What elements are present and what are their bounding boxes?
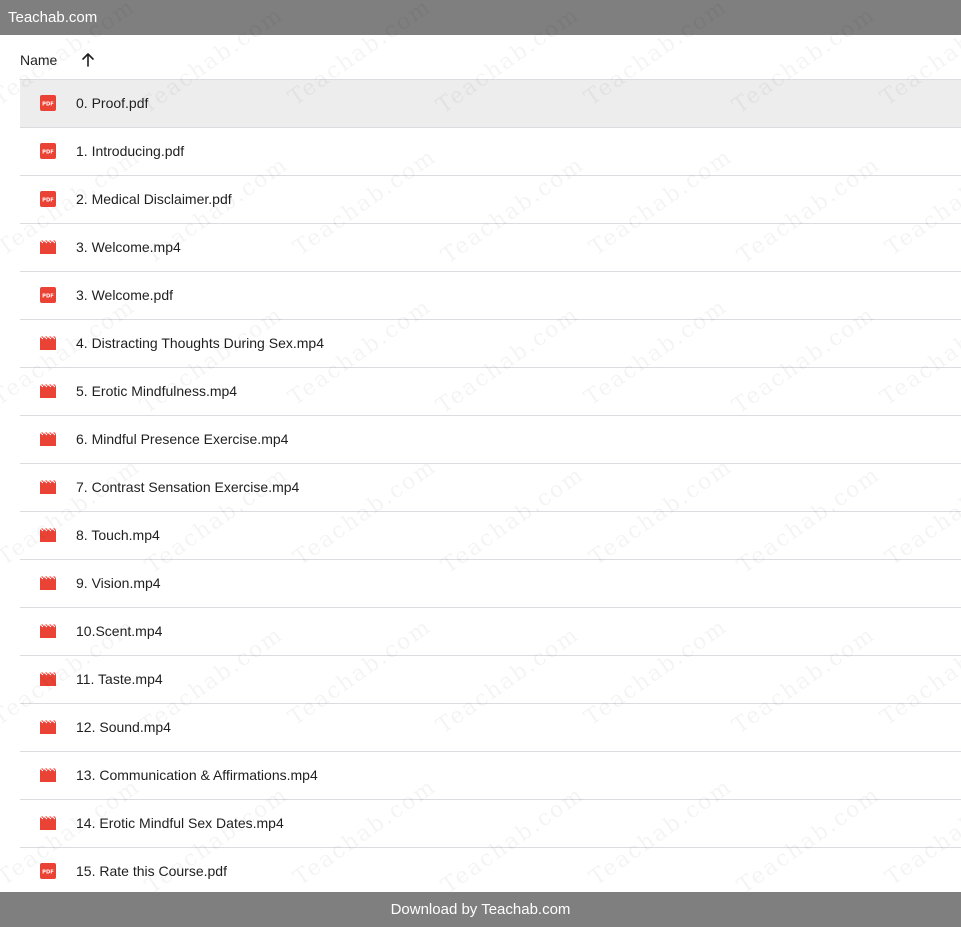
file-row[interactable]: 8. Touch.mp4 (20, 512, 961, 560)
video-file-icon (40, 239, 56, 255)
file-name[interactable]: 7. Contrast Sensation Exercise.mp4 (76, 479, 299, 495)
file-row[interactable]: PDF 0. Proof.pdf (20, 80, 961, 128)
file-name[interactable]: 1. Introducing.pdf (76, 143, 184, 159)
svg-text:PDF: PDF (42, 870, 54, 876)
file-row[interactable]: 13. Communication & Affirmations.mp4 (20, 752, 961, 800)
file-name[interactable]: 0. Proof.pdf (76, 95, 148, 111)
file-name[interactable]: 2. Medical Disclaimer.pdf (76, 191, 232, 207)
file-name[interactable]: 11. Taste.mp4 (76, 671, 163, 687)
video-file-icon (40, 383, 56, 399)
file-row[interactable]: 5. Erotic Mindfulness.mp4 (20, 368, 961, 416)
pdf-file-icon: PDF (40, 287, 56, 303)
svg-text:PDF: PDF (42, 150, 54, 156)
top-bar: Teachab.com (0, 0, 961, 35)
file-name[interactable]: 4. Distracting Thoughts During Sex.mp4 (76, 335, 324, 351)
footer-bar: Download by Teachab.com (0, 892, 961, 927)
page: Teachab.com Name PDF 0. Proof.pdf PDF 1. In… (0, 0, 961, 927)
file-name[interactable]: 15. Rate this Course.pdf (76, 863, 227, 879)
file-row[interactable]: 14. Erotic Mindful Sex Dates.mp4 (20, 800, 961, 848)
pdf-file-icon: PDF (40, 143, 56, 159)
file-row[interactable]: 7. Contrast Sensation Exercise.mp4 (20, 464, 961, 512)
file-row[interactable]: 3. Welcome.mp4 (20, 224, 961, 272)
file-row[interactable]: 10.Scent.mp4 (20, 608, 961, 656)
video-file-icon (40, 575, 56, 591)
file-row[interactable]: 4. Distracting Thoughts During Sex.mp4 (20, 320, 961, 368)
file-name[interactable]: 10.Scent.mp4 (76, 623, 162, 639)
video-file-icon (40, 527, 56, 543)
arrow-up-icon[interactable] (78, 50, 98, 70)
name-column-header[interactable]: Name (20, 52, 57, 68)
svg-text:PDF: PDF (42, 102, 54, 108)
svg-text:PDF: PDF (42, 198, 54, 204)
file-row[interactable]: 12. Sound.mp4 (20, 704, 961, 752)
file-row[interactable]: 11. Taste.mp4 (20, 656, 961, 704)
file-name[interactable]: 12. Sound.mp4 (76, 719, 171, 735)
video-file-icon (40, 335, 56, 351)
list-header: Name (20, 36, 961, 80)
file-row[interactable]: 6. Mindful Presence Exercise.mp4 (20, 416, 961, 464)
file-name[interactable]: 3. Welcome.mp4 (76, 239, 181, 255)
file-name[interactable]: 8. Touch.mp4 (76, 527, 160, 543)
file-row[interactable]: PDF 1. Introducing.pdf (20, 128, 961, 176)
file-name[interactable]: 3. Welcome.pdf (76, 287, 173, 303)
video-file-icon (40, 431, 56, 447)
file-row[interactable]: PDF 2. Medical Disclaimer.pdf (20, 176, 961, 224)
video-file-icon (40, 671, 56, 687)
file-list: PDF 0. Proof.pdf PDF 1. Introducing.pdf PDF 2… (20, 80, 961, 896)
file-row[interactable]: PDF 3. Welcome.pdf (20, 272, 961, 320)
file-row[interactable]: PDF 15. Rate this Course.pdf (20, 848, 961, 896)
pdf-file-icon: PDF (40, 95, 56, 111)
video-file-icon (40, 767, 56, 783)
file-name[interactable]: 5. Erotic Mindfulness.mp4 (76, 383, 237, 399)
video-file-icon (40, 719, 56, 735)
site-title: Teachab.com (8, 9, 98, 26)
svg-text:PDF: PDF (42, 294, 54, 300)
file-name[interactable]: 6. Mindful Presence Exercise.mp4 (76, 431, 288, 447)
video-file-icon (40, 479, 56, 495)
file-name[interactable]: 9. Vision.mp4 (76, 575, 161, 591)
file-name[interactable]: 14. Erotic Mindful Sex Dates.mp4 (76, 815, 284, 831)
file-row[interactable]: 9. Vision.mp4 (20, 560, 961, 608)
video-file-icon (40, 815, 56, 831)
pdf-file-icon: PDF (40, 863, 56, 879)
video-file-icon (40, 623, 56, 639)
file-name[interactable]: 13. Communication & Affirmations.mp4 (76, 767, 318, 783)
footer-label[interactable]: Download by Teachab.com (391, 901, 571, 918)
pdf-file-icon: PDF (40, 191, 56, 207)
